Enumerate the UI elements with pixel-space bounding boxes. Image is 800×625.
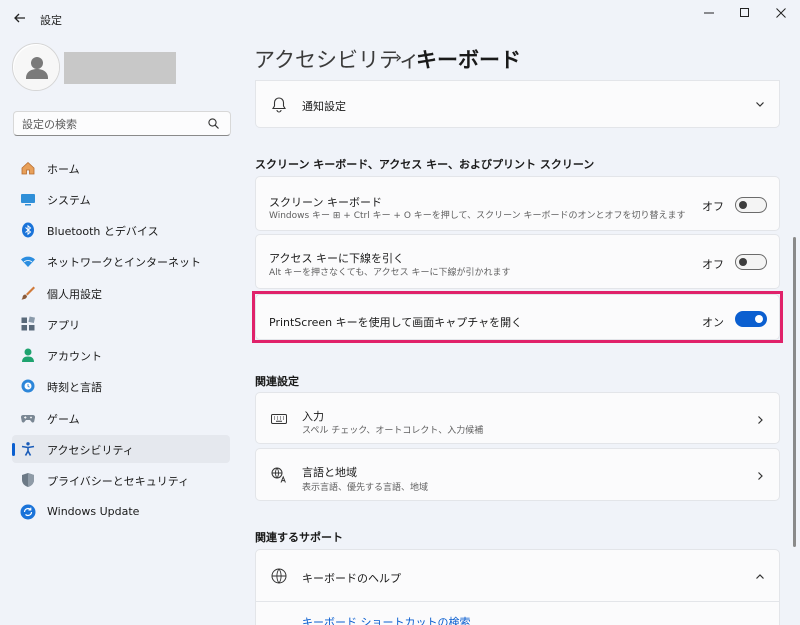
toggle-knob (739, 201, 747, 209)
username-redacted (64, 52, 176, 84)
selection-indicator (12, 443, 15, 456)
toggle-state-label: オン (702, 316, 724, 329)
breadcrumb-separator: › (395, 47, 403, 68)
sidebar-item-personalization[interactable]: 個人用設定 (12, 279, 230, 307)
row-title: 通知設定 (302, 100, 346, 113)
settings-search[interactable] (13, 111, 231, 136)
search-icon[interactable] (207, 117, 221, 131)
row-title: 入力 (302, 410, 324, 423)
sidebar-item-gaming[interactable]: ゲーム (12, 404, 230, 432)
bluetooth-icon (22, 222, 34, 238)
sidebar-item-label: Windows Update (47, 505, 140, 518)
chevron-up-icon (756, 574, 764, 579)
row-description: Windows キー ⊞ + Ctrl キー + O キーを押して、スクリーン … (269, 211, 686, 221)
sidebar-item-label: プライバシーとセキュリティ (47, 475, 190, 488)
chevron-right-icon (758, 472, 763, 480)
row-description: 表示言語、優先する言語、地域 (302, 483, 429, 493)
onscreen-keyboard-toggle[interactable] (735, 197, 767, 213)
printscreen-row: PrintScreen キーを使用して画面キャプチャを開く オン (255, 294, 780, 340)
brush-icon (21, 286, 35, 300)
close-button[interactable] (758, 2, 800, 24)
globe-icon (271, 568, 287, 584)
apps-icon (21, 316, 36, 331)
access-keys-row: アクセス キーに下線を引く Alt キーを押さなくても、アクセス キーに下線が引… (255, 234, 780, 289)
language-region-row[interactable]: 言語と地域 表示言語、優先する言語、地域 (255, 448, 780, 501)
home-icon (21, 161, 35, 175)
language-icon (271, 467, 286, 483)
shield-icon (22, 473, 34, 487)
sidebar-item-accounts[interactable]: アカウント (12, 341, 230, 369)
close-icon (776, 8, 786, 18)
toggle-state-label: オフ (702, 200, 724, 213)
row-title: 言語と地域 (302, 466, 357, 479)
user-icon (14, 45, 59, 90)
sidebar-item-network[interactable]: ネットワークとインターネット (12, 247, 230, 275)
row-title: キーボードのヘルプ (302, 572, 401, 585)
chevron-right-icon (758, 416, 763, 424)
row-description: スペル チェック、オートコレクト、入力候補 (302, 426, 484, 436)
sidebar-item-time-language[interactable]: 時刻と言語 (12, 372, 230, 400)
keyboard-shortcuts-link[interactable]: キーボード ショートカットの検索 (302, 614, 471, 625)
input-settings-row[interactable]: 入力 スペル チェック、オートコレクト、入力候補 (255, 392, 780, 444)
update-icon (20, 504, 36, 520)
row-title: PrintScreen キーを使用して画面キャプチャを開く (269, 316, 523, 329)
sidebar-item-privacy[interactable]: プライバシーとセキュリティ (12, 466, 230, 494)
section-title-keyboard-options: スクリーン キーボード、アクセス キー、およびプリント スクリーン (255, 158, 595, 171)
sidebar-item-label: ホーム (47, 163, 80, 176)
sidebar-item-system[interactable]: システム (12, 185, 230, 213)
scrollbar[interactable] (793, 237, 796, 547)
toggle-state-label: オフ (702, 258, 724, 271)
toggle-knob (755, 315, 763, 323)
globe-clock-icon (21, 379, 35, 393)
gamepad-icon (20, 414, 36, 423)
app-title: 設定 (40, 14, 62, 27)
keyboard-help-header[interactable]: キーボードのヘルプ (256, 550, 779, 602)
maximize-icon (740, 8, 749, 17)
toggle-knob (739, 258, 747, 266)
back-button[interactable] (10, 8, 30, 28)
keyboard-icon (271, 414, 287, 424)
sidebar-item-windows-update[interactable]: Windows Update (12, 498, 230, 526)
sidebar-item-label: 時刻と言語 (47, 381, 102, 394)
page-title: キーボード (416, 48, 521, 72)
sidebar-item-label: ネットワークとインターネット (47, 256, 201, 269)
notification-settings-row[interactable]: 通知設定 (255, 80, 780, 128)
search-input[interactable] (22, 116, 202, 132)
accessibility-icon (21, 442, 35, 456)
sidebar-item-label: アクセシビリティ (47, 444, 134, 457)
sidebar-item-bluetooth[interactable]: Bluetooth とデバイス (12, 216, 230, 244)
sidebar-item-label: アカウント (47, 350, 102, 363)
section-title-related-support: 関連するサポート (255, 531, 343, 544)
row-title: アクセス キーに下線を引く (269, 252, 404, 265)
account-icon (22, 348, 34, 362)
sidebar-item-accessibility[interactable]: アクセシビリティ (12, 435, 230, 463)
onscreen-keyboard-row: スクリーン キーボード Windows キー ⊞ + Ctrl キー + O キ… (255, 176, 780, 231)
sidebar-item-home[interactable]: ホーム (12, 154, 230, 182)
access-keys-toggle[interactable] (735, 254, 767, 270)
row-description: Alt キーを押さなくても、アクセス キーに下線が引かれます (269, 268, 511, 278)
chevron-down-icon[interactable] (754, 98, 766, 110)
sidebar-item-label: Bluetooth とデバイス (47, 225, 159, 238)
bell-icon (272, 97, 286, 113)
monitor-icon (21, 194, 35, 206)
minimize-icon (704, 12, 714, 14)
printscreen-toggle[interactable] (735, 311, 767, 327)
sidebar-item-label: アプリ (47, 319, 80, 332)
sidebar-item-label: ゲーム (47, 413, 80, 426)
avatar[interactable] (12, 43, 60, 91)
sidebar-item-label: システム (47, 194, 91, 207)
sidebar-item-label: 個人用設定 (47, 288, 102, 301)
title-bar: 設定 (0, 0, 800, 38)
sidebar-item-apps[interactable]: アプリ (12, 310, 230, 338)
arrow-left-icon (14, 13, 25, 23)
wifi-icon (21, 256, 35, 267)
section-title-related-settings: 関連設定 (255, 375, 299, 388)
